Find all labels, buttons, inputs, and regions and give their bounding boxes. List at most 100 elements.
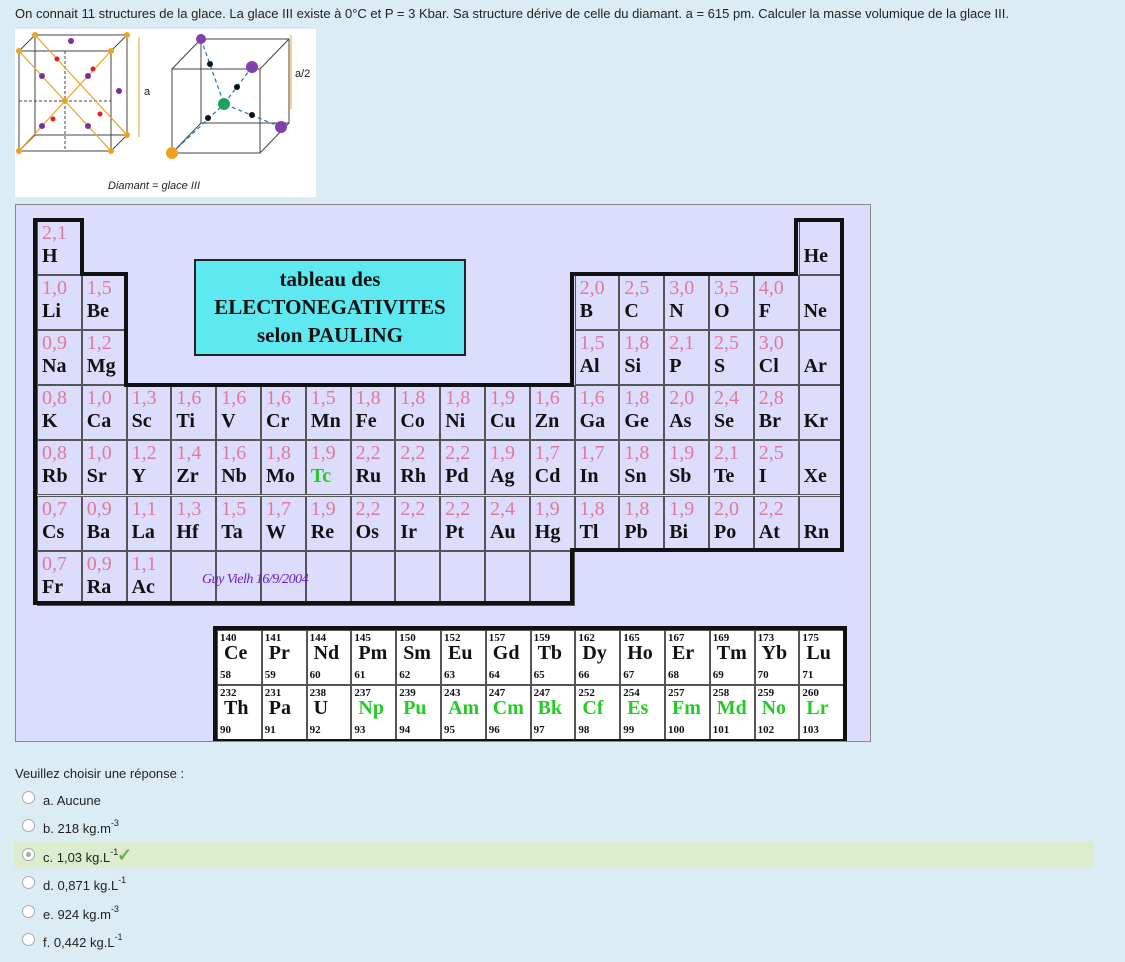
- electronegativity-value: 0,8: [42, 442, 67, 465]
- electronegativity-value: 1,1: [131, 552, 157, 575]
- radio-button[interactable]: [22, 847, 35, 861]
- element-symbol: Es: [627, 697, 649, 719]
- element-symbol: Kr: [803, 410, 829, 433]
- electronegativity-value: 1,2: [131, 442, 157, 465]
- atomic-number: 100: [668, 724, 685, 736]
- electronegativity-value: 1,5: [310, 387, 336, 410]
- answer-option-label[interactable]: b. 218 kg.m-3: [43, 818, 119, 836]
- radio-button[interactable]: [22, 876, 35, 890]
- element-cell-tl: 1,8 Tl: [574, 495, 620, 551]
- empty-cell: [440, 550, 485, 606]
- element-symbol: O: [714, 300, 730, 323]
- atomic-number: 65: [533, 669, 545, 681]
- element-cell-nb: 1,6 Nb: [216, 440, 261, 496]
- electronegativity-value: 1,6: [176, 387, 202, 410]
- table-title-line-3: selon PAULING: [256, 323, 404, 347]
- element-symbol: Ta: [221, 520, 243, 543]
- answer-option[interactable]: e. 924 kg.m-3: [14, 899, 1094, 925]
- answer-text: a. Aucune: [43, 793, 101, 808]
- element-cell-ne: Ne: [798, 275, 844, 331]
- element-symbol: Ca: [86, 410, 112, 433]
- element-cell-zr: 1,4 Zr: [171, 440, 217, 496]
- answer-option-label[interactable]: f. 0,442 kg.L-1: [43, 932, 123, 950]
- electronegativity-value: 1,7: [579, 442, 605, 465]
- answer-text: b. 218 kg.m: [43, 821, 111, 837]
- f-block-cell-fm: 257 Fm 100: [665, 685, 710, 740]
- atomic-number: 101: [712, 724, 730, 736]
- element-cell-s: 2,5 S: [709, 330, 754, 386]
- element-symbol: Dy: [582, 642, 607, 664]
- electronegativity-value: 2,2: [758, 497, 784, 520]
- electronegativity-value: 2,0: [579, 277, 605, 300]
- electronegativity-value: 2,2: [400, 497, 426, 520]
- diamond-structure-diagram: [16, 32, 292, 159]
- element-symbol: Pa: [268, 697, 292, 719]
- f-block-cell-nd: 144 Nd 60: [306, 630, 352, 685]
- radio-button[interactable]: [22, 933, 35, 946]
- answer-text: f. 0,442 kg.L: [43, 935, 115, 950]
- element-symbol: H: [42, 245, 58, 267]
- electronegativity-table: 2,1 H He 1,0 Li 1,5 Be 2,0 B 2,5 C 3,0 N 3,5 O 4,0 F Ne 0,…: [15, 204, 871, 742]
- atomic-number: 58: [220, 669, 231, 681]
- element-cell-pt: 2,2 Pt: [440, 495, 485, 551]
- element-cell-p: 2,1 P: [664, 330, 709, 386]
- element-cell-i: 2,5 I: [753, 440, 799, 496]
- element-cell-at: 2,2 At: [753, 495, 799, 551]
- element-symbol: Np: [358, 697, 384, 719]
- electronegativity-value: 2,2: [445, 442, 471, 465]
- element-cell-n: 3,0 N: [664, 275, 709, 331]
- element-cell-te: 2,1 Te: [709, 440, 754, 496]
- answer-option[interactable]: f. 0,442 kg.L-1: [14, 927, 1094, 953]
- element-symbol: Y: [131, 465, 147, 488]
- answer-option[interactable]: c. 1,03 kg.L-1 ✓: [14, 841, 1094, 868]
- element-symbol: Cm: [492, 697, 524, 719]
- element-cell-as: 2,0 As: [664, 385, 709, 441]
- element-symbol: Er: [672, 642, 695, 664]
- f-block-cell-pm: 145 Pm 61: [351, 630, 397, 685]
- electronegativity-value: 3,0: [758, 332, 784, 355]
- element-cell-br: 2,8 Br: [753, 385, 799, 441]
- element-symbol: Sb: [669, 465, 692, 488]
- answer-option[interactable]: a. Aucune: [14, 785, 1094, 811]
- electronegativity-value: 2,2: [355, 497, 381, 520]
- answer-text: d. 0,871 kg.L: [43, 878, 119, 894]
- answer-option-label[interactable]: d. 0,871 kg.L-1: [43, 875, 126, 893]
- element-symbol: Ar: [803, 355, 827, 378]
- answer-option[interactable]: b. 218 kg.m-3: [14, 813, 1094, 839]
- electronegativity-value: 1,9: [669, 442, 695, 465]
- element-cell-sc: 1,3 Sc: [126, 385, 172, 441]
- element-symbol: Cf: [582, 697, 604, 719]
- radio-button[interactable]: [22, 904, 35, 918]
- element-symbol: Cu: [490, 410, 516, 433]
- unit-exponent: -3: [110, 903, 119, 914]
- element-cell-sr: 1,0 Sr: [81, 440, 127, 496]
- element-symbol: Pu: [403, 697, 427, 719]
- electronegativity-value: 0,7: [42, 497, 67, 520]
- electronegativity-value: 1,8: [579, 497, 605, 520]
- element-cell-sn: 1,8 Sn: [619, 440, 665, 496]
- answer-option[interactable]: d. 0,871 kg.L-1: [14, 870, 1094, 896]
- element-cell-hg: 1,9 Hg: [529, 495, 575, 551]
- radio-button[interactable]: [22, 791, 35, 804]
- electronegativity-value: 1,1: [131, 497, 157, 520]
- radio-button[interactable]: [22, 819, 35, 833]
- answer-option-label[interactable]: c. 1,03 kg.L-1: [43, 847, 118, 865]
- element-symbol: Am: [448, 697, 480, 719]
- electronegativity-value: 1,3: [176, 497, 202, 520]
- electronegativity-value: 0,9: [86, 497, 112, 520]
- element-symbol: Si: [624, 355, 642, 378]
- element-symbol: He: [803, 245, 829, 267]
- atomic-number: 70: [757, 669, 769, 681]
- element-cell-he: He: [798, 220, 844, 276]
- electronegativity-value: 2,2: [400, 442, 426, 465]
- element-symbol: Gd: [492, 642, 520, 664]
- element-symbol: Ag: [490, 465, 515, 488]
- answer-option-label[interactable]: e. 924 kg.m-3: [43, 904, 119, 922]
- answer-option-label[interactable]: a. Aucune: [43, 790, 101, 808]
- electronegativity-value: 1,9: [310, 442, 336, 465]
- element-cell-ru: 2,2 Ru: [350, 440, 396, 496]
- f-block-cell-th: 232 Th 90: [217, 685, 262, 740]
- f-block-cell-yb: 173 Yb 70: [754, 630, 800, 685]
- element-symbol: Rb: [42, 465, 68, 488]
- element-symbol: Ac: [131, 575, 155, 598]
